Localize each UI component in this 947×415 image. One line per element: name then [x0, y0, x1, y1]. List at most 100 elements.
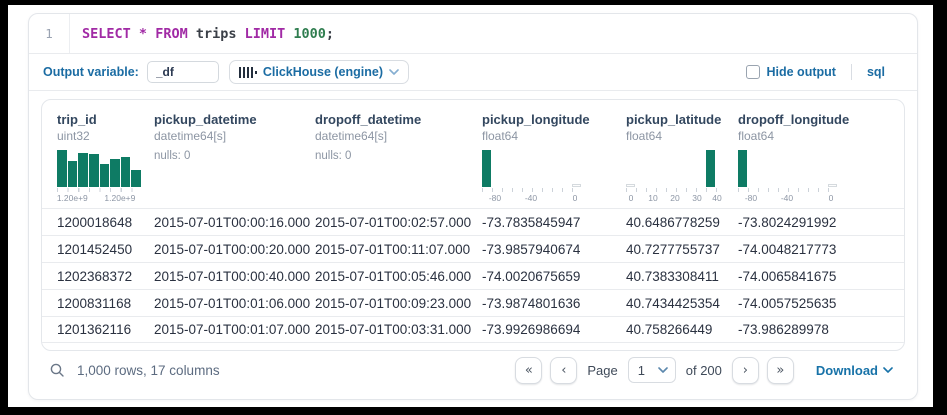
- language-badge[interactable]: sql: [867, 65, 885, 79]
- first-page-button[interactable]: «: [515, 357, 542, 384]
- sql-token: LIMIT: [245, 26, 286, 42]
- table-cell[interactable]: 2015-07-01T00:03:31.000: [315, 322, 482, 337]
- chevron-down-icon: [658, 367, 668, 373]
- table-cell[interactable]: 2015-07-01T00:00:40.000: [154, 269, 315, 284]
- column-header[interactable]: dropoff_longitudefloat64 -80-400: [738, 111, 889, 205]
- column-type: float64: [738, 128, 889, 144]
- pagination: « ‹ Page 1 of 200 › » Download: [515, 357, 897, 384]
- chevron-down-icon: [389, 69, 399, 75]
- column-name[interactable]: trip_id: [57, 111, 154, 128]
- table-cell[interactable]: -74.0020675659: [482, 269, 626, 284]
- output-variable-label: Output variable:: [43, 65, 139, 79]
- null-count: nulls: 0: [154, 150, 315, 162]
- table-cell[interactable]: -74.0065841675: [738, 269, 889, 284]
- table-cell[interactable]: 1201362116: [57, 322, 154, 337]
- axis-label: 1.20e+9: [57, 193, 88, 203]
- histogram: -80-400: [738, 150, 838, 203]
- hide-output-checkbox[interactable]: [746, 65, 760, 79]
- sql-token: [131, 26, 139, 42]
- table-cell[interactable]: 2015-07-01T00:05:46.000: [315, 269, 482, 284]
- axis-label: 0: [573, 193, 578, 203]
- column-histogram: -80-400: [738, 150, 889, 205]
- axis-label: 10: [648, 193, 657, 203]
- result-table: trip_iduint321.20e+91.20e+9pickup_dateti…: [41, 99, 905, 351]
- table-cell[interactable]: 2015-07-01T00:00:16.000: [154, 215, 315, 230]
- page-number-select[interactable]: 1: [628, 357, 676, 383]
- table-cell[interactable]: 1201452450: [57, 242, 154, 257]
- hide-output-toggle[interactable]: Hide output: [746, 65, 836, 79]
- table-cell[interactable]: 2015-07-01T00:02:57.000: [315, 215, 482, 230]
- table-cell[interactable]: 40.758266449: [626, 322, 738, 337]
- sql-token: ;: [326, 26, 334, 42]
- column-stats: nulls: 0: [315, 150, 482, 205]
- table-cell[interactable]: 40.7277755737: [626, 242, 738, 257]
- column-name[interactable]: pickup_latitude: [626, 111, 738, 128]
- search-icon[interactable]: [49, 362, 65, 378]
- null-count: nulls: 0: [315, 150, 482, 162]
- table-cell[interactable]: 40.7434425354: [626, 296, 738, 311]
- column-histogram: 1.20e+91.20e+9: [57, 150, 154, 205]
- histogram-bar: [57, 150, 67, 187]
- histogram: 1.20e+91.20e+9: [57, 150, 142, 203]
- column-name[interactable]: pickup_datetime: [154, 111, 315, 128]
- table-cell[interactable]: -74.0057525635: [738, 296, 889, 311]
- table-cell[interactable]: 1202368372: [57, 269, 154, 284]
- table-row[interactable]: 12013621162015-07-01T00:01:07.0002015-07…: [42, 316, 904, 343]
- table-cell[interactable]: 2015-07-01T00:01:06.000: [154, 296, 315, 311]
- clickhouse-logo-icon: [239, 67, 257, 78]
- table-cell[interactable]: -73.986289978: [738, 322, 889, 337]
- column-header[interactable]: dropoff_datetimedatetime64[s]nulls: 0: [315, 111, 482, 205]
- hide-output-label: Hide output: [767, 65, 836, 79]
- axis-label: 0: [829, 193, 834, 203]
- next-page-button[interactable]: ›: [732, 357, 759, 384]
- sql-code[interactable]: SELECT * FROM trips LIMIT 1000;: [70, 14, 334, 53]
- histogram-bar: [482, 150, 491, 187]
- output-variable-input[interactable]: [147, 61, 219, 83]
- table-row[interactable]: 12000186482015-07-01T00:00:16.0002015-07…: [42, 208, 904, 235]
- table-cell[interactable]: 2015-07-01T00:09:23.000: [315, 296, 482, 311]
- app-background: 1 SELECT * FROM trips LIMIT 1000; Output…: [8, 5, 933, 407]
- table-cell[interactable]: 2015-07-01T00:00:20.000: [154, 242, 315, 257]
- last-page-button[interactable]: »: [767, 357, 794, 384]
- column-type: datetime64[s]: [154, 128, 315, 144]
- table-cell[interactable]: 1200018648: [57, 215, 154, 230]
- histogram-bar: [89, 154, 99, 187]
- histogram-bar: [131, 170, 141, 187]
- page-number-value: 1: [638, 363, 645, 378]
- table-row[interactable]: 12014524502015-07-01T00:00:20.0002015-07…: [42, 235, 904, 262]
- table-cell[interactable]: 1200831168: [57, 296, 154, 311]
- download-button[interactable]: Download: [816, 363, 893, 378]
- table-cell[interactable]: 40.6486778259: [626, 215, 738, 230]
- column-name[interactable]: pickup_longitude: [482, 111, 626, 128]
- histogram-axis-labels: -80-400: [738, 192, 838, 203]
- axis-label: -80: [745, 193, 757, 203]
- table-cell[interactable]: -73.9874801636: [482, 296, 626, 311]
- column-name[interactable]: dropoff_longitude: [738, 111, 889, 128]
- chevron-down-icon: [883, 367, 893, 373]
- histogram-bar: [121, 157, 131, 187]
- table-row[interactable]: 12008311682015-07-01T00:01:06.0002015-07…: [42, 289, 904, 316]
- histogram-bar: [738, 150, 747, 187]
- table-cell[interactable]: 2015-07-01T00:01:07.000: [154, 322, 315, 337]
- column-name[interactable]: dropoff_datetime: [315, 111, 482, 128]
- table-cell[interactable]: -73.9857940674: [482, 242, 626, 257]
- table-cell[interactable]: -73.9926986694: [482, 322, 626, 337]
- column-header[interactable]: pickup_latitudefloat64010203040: [626, 111, 738, 205]
- table-cell[interactable]: -73.8024291992: [738, 215, 889, 230]
- code-editor[interactable]: 1 SELECT * FROM trips LIMIT 1000;: [29, 14, 917, 53]
- table-cell[interactable]: 40.7383308411: [626, 269, 738, 284]
- row-count-summary: 1,000 rows, 17 columns: [77, 363, 220, 378]
- column-header[interactable]: pickup_longitudefloat64-80-400: [482, 111, 626, 205]
- histogram-bar: [110, 159, 120, 187]
- engine-selector[interactable]: ClickHouse (engine): [229, 60, 409, 84]
- column-header[interactable]: trip_iduint321.20e+91.20e+9: [57, 111, 154, 205]
- column-header[interactable]: pickup_datetimedatetime64[s] nulls: 0: [154, 111, 315, 205]
- table-row[interactable]: 12023683722015-07-01T00:00:40.0002015-07…: [42, 262, 904, 289]
- table-cell[interactable]: 2015-07-01T00:11:07.000: [315, 242, 482, 257]
- table-cell[interactable]: -74.0048217773: [738, 242, 889, 257]
- axis-label: 0: [629, 193, 634, 203]
- histogram-axis-labels: 1.20e+91.20e+9: [57, 192, 142, 203]
- prev-page-button[interactable]: ‹: [550, 357, 577, 384]
- table-cell[interactable]: -73.7835845947: [482, 215, 626, 230]
- histogram-bar: [78, 153, 88, 187]
